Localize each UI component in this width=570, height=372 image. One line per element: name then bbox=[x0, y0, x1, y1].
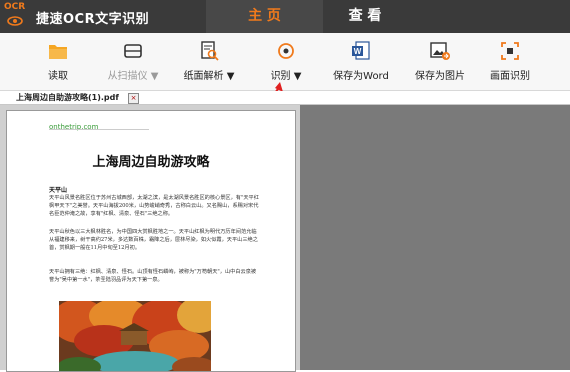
tab-view[interactable]: 查 看 bbox=[323, 0, 407, 33]
svg-text:W: W bbox=[354, 47, 362, 56]
layout-label: 纸面解析 ▼ bbox=[183, 71, 235, 82]
ocr-icon bbox=[278, 43, 294, 59]
save-word-button[interactable]: W 保存为Word bbox=[326, 33, 396, 90]
save-image-button[interactable]: 保存为图片 bbox=[405, 33, 475, 90]
image-export-icon bbox=[430, 42, 450, 60]
app-title: 捷速OCR文字识别 bbox=[36, 12, 150, 27]
folder-icon bbox=[49, 45, 67, 59]
app-logo: OCR bbox=[4, 2, 28, 30]
header-divider bbox=[49, 129, 149, 130]
save-image-label: 保存为图片 bbox=[415, 71, 465, 82]
screen-capture-icon bbox=[501, 42, 519, 60]
logo-text: OCR bbox=[4, 2, 26, 12]
paragraph-3: 天平山拥有三绝：红枫、清泉、怪石。山顶有怪石嶙峋，被称为"万笏朝天"，山中白云泉… bbox=[49, 269, 257, 283]
read-label: 读取 bbox=[48, 71, 68, 82]
eye-icon bbox=[7, 16, 23, 26]
word-icon: W bbox=[352, 41, 370, 60]
document-title: 上海周边自助游攻略 bbox=[92, 155, 210, 170]
scanner-label: 从扫描仪 ▼ bbox=[107, 71, 159, 82]
save-word-label: 保存为Word bbox=[333, 71, 389, 82]
paragraph-2: 天平山秋色以三大枫林胜名，为中国四大赏枫胜地之一。天平山红枫为明代万历年间范允临… bbox=[49, 229, 258, 251]
scanner-button[interactable]: 从扫描仪 ▼ bbox=[98, 33, 168, 90]
close-tab-button[interactable]: × bbox=[128, 93, 139, 104]
autumn-landscape-image bbox=[59, 301, 211, 371]
document-tab[interactable]: 上海周边自助游攻略(1).pdf bbox=[16, 91, 119, 104]
screen-ocr-label: 画面识别 bbox=[490, 71, 530, 82]
scanner-icon bbox=[124, 44, 142, 58]
document-page: onthetrip.com 上海周边自助游攻略 天平山 天平山风景名胜区位于苏州… bbox=[6, 110, 296, 372]
read-button[interactable]: 读取 bbox=[28, 33, 88, 90]
title-bar: OCR 捷速OCR文字识别 主 页 查 看 bbox=[0, 0, 570, 33]
tab-home[interactable]: 主 页 bbox=[206, 0, 323, 33]
screen-ocr-button[interactable]: 画面识别 bbox=[480, 33, 540, 90]
document-search-icon bbox=[201, 41, 219, 61]
layout-analysis-button[interactable]: 纸面解析 ▼ bbox=[174, 33, 244, 90]
paragraph-1: 天平山风景名胜区位于苏州古城西部，太湖之滨，是太湖风景名胜区的核心景区，有"天平… bbox=[49, 195, 259, 217]
section-heading: 天平山 bbox=[49, 187, 68, 194]
